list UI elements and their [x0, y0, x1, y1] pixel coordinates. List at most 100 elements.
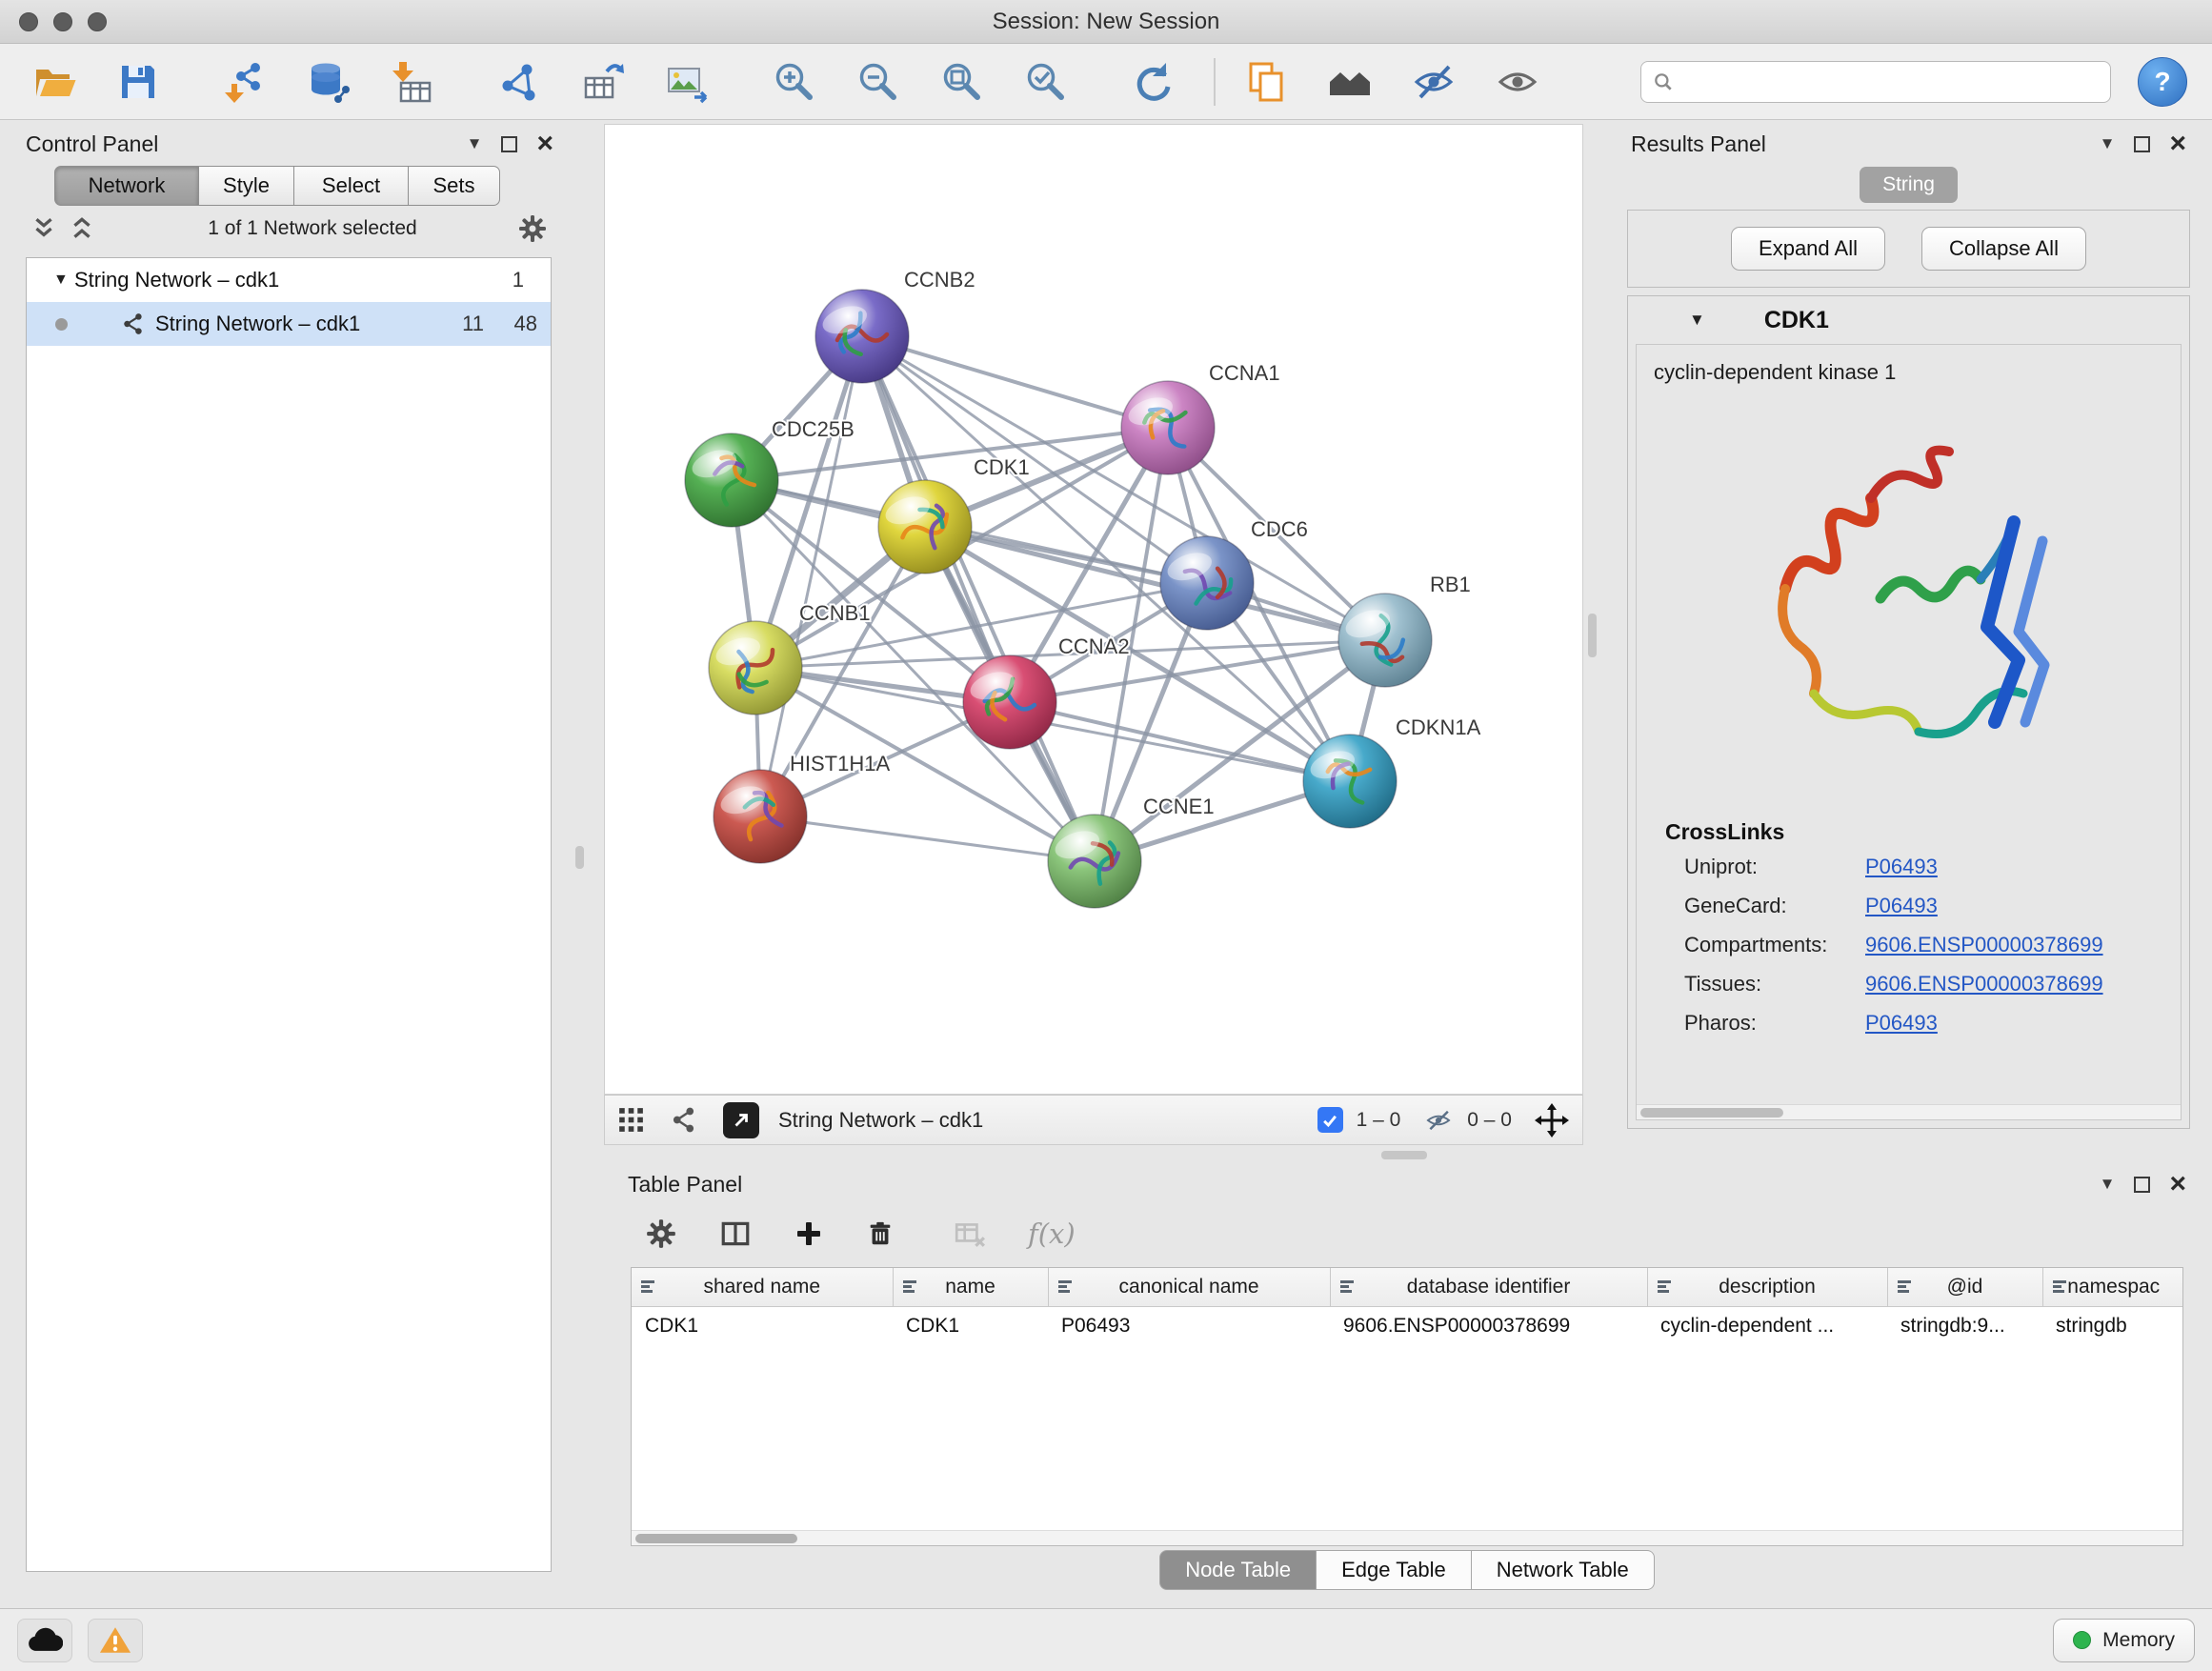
maximize-window-button[interactable]: [88, 12, 107, 31]
hide-selected-button[interactable]: [1404, 51, 1463, 112]
memory-button[interactable]: Memory: [2053, 1619, 2195, 1662]
network-edge[interactable]: [760, 336, 862, 816]
scrollbar-thumb[interactable]: [1640, 1108, 1783, 1117]
network-collection-row[interactable]: ▼ String Network – cdk1 1: [27, 258, 551, 302]
new-network-button[interactable]: [490, 51, 549, 112]
close-panel-button[interactable]: ×: [536, 130, 553, 158]
close-panel-button[interactable]: ×: [2169, 130, 2186, 158]
selected-checkbox[interactable]: [1317, 1107, 1343, 1133]
network-edge[interactable]: [1010, 702, 1350, 781]
copy-button[interactable]: [1237, 51, 1296, 112]
export-image-button[interactable]: [657, 51, 716, 112]
network-node-RB1[interactable]: [1338, 594, 1432, 687]
float-panel-button[interactable]: [2134, 136, 2150, 152]
close-panel-button[interactable]: ×: [2169, 1170, 2186, 1198]
crosslink-compartments[interactable]: 9606.ENSP00000378699: [1865, 933, 2181, 957]
scrollbar-thumb[interactable]: [635, 1534, 797, 1543]
panel-menu-button[interactable]: ▼: [2100, 1175, 2116, 1194]
network-node-CCNA2[interactable]: [963, 655, 1056, 749]
panel-menu-button[interactable]: ▼: [2100, 134, 2116, 153]
tab-node-table[interactable]: Node Table: [1159, 1550, 1317, 1590]
table-horizontal-scrollbar[interactable]: [632, 1530, 2182, 1545]
network-options-button[interactable]: [517, 213, 548, 244]
birdseye-view-button[interactable]: [618, 1107, 644, 1133]
tab-network[interactable]: Network: [54, 166, 199, 206]
show-all-button[interactable]: [1488, 51, 1547, 112]
search-input[interactable]: [1681, 70, 2099, 93]
network-node-CCNB1[interactable]: [709, 621, 802, 715]
tab-string[interactable]: String: [1860, 167, 1958, 203]
column-header-id[interactable]: @id: [1887, 1268, 2042, 1306]
bottom-splitter-handle[interactable]: [1381, 1151, 1427, 1159]
tab-sets[interactable]: Sets: [409, 166, 500, 206]
import-table-from-file-button[interactable]: [383, 51, 442, 112]
tab-select[interactable]: Select: [294, 166, 409, 206]
create-column-button[interactable]: [794, 1218, 824, 1249]
refresh-view-button[interactable]: [1122, 51, 1181, 112]
network-overview-button[interactable]: [671, 1107, 696, 1133]
show-columns-button[interactable]: [719, 1218, 752, 1250]
save-session-button[interactable]: [109, 51, 168, 112]
table-options-button[interactable]: [645, 1218, 677, 1250]
network-node-CDC25B[interactable]: [685, 433, 778, 527]
network-node-CCNB2[interactable]: [815, 290, 909, 383]
float-panel-button[interactable]: [501, 136, 517, 152]
network-node-CDK1[interactable]: [878, 480, 972, 574]
network-edge[interactable]: [862, 336, 1168, 428]
panel-menu-button[interactable]: ▼: [467, 134, 483, 153]
network-node-CCNE1[interactable]: [1048, 815, 1141, 908]
expand-all-button[interactable]: Expand All: [1731, 227, 1885, 271]
float-panel-button[interactable]: [2134, 1177, 2150, 1193]
function-builder-button[interactable]: f(x): [1028, 1218, 1076, 1250]
network-edge[interactable]: [862, 336, 1095, 861]
left-splitter-handle[interactable]: [575, 846, 584, 869]
close-window-button[interactable]: [19, 12, 38, 31]
table-row[interactable]: CDK1 CDK1 P06493 9606.ENSP00000378699 cy…: [632, 1306, 2183, 1345]
network-edge[interactable]: [760, 816, 1095, 861]
import-network-from-database-button[interactable]: [299, 51, 358, 112]
column-header-shared-name[interactable]: shared name: [632, 1268, 893, 1306]
clone-network-button[interactable]: [573, 51, 633, 112]
help-button[interactable]: ?: [2138, 57, 2187, 107]
network-canvas[interactable]: CCNB2CCNA1CDC25BCDK1CDC6RB1CCNB1CCNA2CDK…: [604, 124, 1583, 1095]
crosslink-pharos[interactable]: P06493: [1865, 1011, 2181, 1036]
detach-view-button[interactable]: [723, 1102, 759, 1138]
cloud-status-button[interactable]: [17, 1619, 72, 1662]
minimize-window-button[interactable]: [53, 12, 72, 31]
open-session-button[interactable]: [25, 51, 84, 112]
network-node-CDC6[interactable]: [1160, 536, 1254, 630]
column-header-database-identifier[interactable]: database identifier: [1330, 1268, 1647, 1306]
open-cybrowser-button[interactable]: [1320, 51, 1379, 112]
collection-expander-icon[interactable]: ▼: [53, 272, 74, 289]
zoom-in-button[interactable]: [764, 51, 823, 112]
pan-mode-button[interactable]: [1535, 1103, 1569, 1137]
search-box[interactable]: [1640, 61, 2111, 103]
network-row[interactable]: String Network – cdk1 11 48: [27, 302, 551, 346]
import-network-from-file-button[interactable]: [215, 51, 274, 112]
tab-edge-table[interactable]: Edge Table: [1317, 1550, 1472, 1590]
collapse-all-button[interactable]: Collapse All: [1921, 227, 2086, 271]
zoom-fit-content-button[interactable]: [932, 51, 991, 112]
zoom-selected-button[interactable]: [1016, 51, 1075, 112]
crosslink-genecard[interactable]: P06493: [1865, 894, 2181, 918]
network-graph[interactable]: CCNB2CCNA1CDC25BCDK1CDC6RB1CCNB1CCNA2CDK…: [605, 125, 1582, 1094]
tab-style[interactable]: Style: [199, 166, 294, 206]
results-horizontal-scrollbar[interactable]: [1637, 1104, 2181, 1119]
crosslink-uniprot[interactable]: P06493: [1865, 855, 2181, 879]
network-node-CCNA1[interactable]: [1121, 381, 1215, 474]
right-splitter-handle[interactable]: [1588, 614, 1597, 657]
tab-network-table[interactable]: Network Table: [1472, 1550, 1655, 1590]
column-header-namespace[interactable]: namespac: [2042, 1268, 2183, 1306]
expand-groups-button[interactable]: [31, 216, 56, 241]
column-header-description[interactable]: description: [1647, 1268, 1887, 1306]
zoom-out-button[interactable]: [848, 51, 907, 112]
network-node-HIST1H1A[interactable]: [714, 770, 807, 863]
crosslink-tissues[interactable]: 9606.ENSP00000378699: [1865, 972, 2181, 997]
collapse-groups-button[interactable]: [70, 216, 94, 241]
protein-section-header[interactable]: ▼ CDK1: [1628, 296, 2189, 344]
column-header-name[interactable]: name: [893, 1268, 1048, 1306]
warnings-button[interactable]: [88, 1619, 143, 1662]
column-header-canonical-name[interactable]: canonical name: [1048, 1268, 1330, 1306]
section-expander-icon[interactable]: ▼: [1689, 311, 1705, 330]
delete-column-button[interactable]: [866, 1219, 895, 1248]
